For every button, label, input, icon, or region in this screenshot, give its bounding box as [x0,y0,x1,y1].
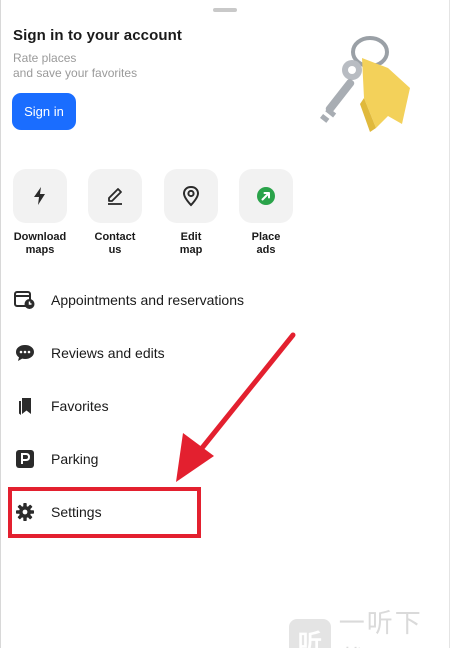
quick-action-download-maps[interactable]: Download maps [12,169,68,257]
keys-illustration [320,36,410,132]
menu-label: Reviews and edits [51,345,165,361]
subtitle-line-2: and save your favorites [13,66,138,80]
menu-label: Parking [51,451,99,467]
quick-action-contact-us[interactable]: Contact us [87,169,143,257]
edit-map-tile[interactable] [164,169,218,223]
drag-handle[interactable] [213,8,237,12]
subtitle-line-1: Rate places [13,51,77,65]
calendar-clock-icon [12,287,38,313]
label-line-2: us [108,244,122,256]
sign-in-button[interactable]: Sign in [12,93,76,130]
quick-action-label: Download maps [12,231,68,257]
menu-item-favorites[interactable]: Favorites [10,389,310,423]
menu-label: Favorites [51,398,109,414]
lightning-icon [34,187,45,205]
bottom-sheet: Sign in to your account Rate places and … [0,0,450,648]
download-maps-tile[interactable] [13,169,67,223]
label-line-1: Contact [94,231,136,243]
label-line-2: maps [25,244,55,256]
label-line-1: Place [251,231,281,243]
place-ads-tile[interactable] [239,169,293,223]
menu-label: Appointments and reservations [51,292,244,308]
quick-action-label: Edit map [163,231,219,257]
contact-us-tile[interactable] [88,169,142,223]
label-line-2: ads [256,244,276,256]
menu-item-parking[interactable]: Parking [10,442,310,476]
label-line-1: Edit [180,231,202,243]
watermark-text: 一听下载 [338,609,423,648]
map-pin-icon [182,185,200,207]
parking-icon [12,446,38,472]
menu-item-appointments[interactable]: Appointments and reservations [10,283,310,317]
quick-action-edit-map[interactable]: Edit map [163,169,219,257]
label-line-1: Download [13,231,67,243]
settings-highlight-box [8,487,201,538]
label-line-2: map [179,244,203,256]
chat-bubble-icon [12,340,38,366]
arrow-circle-icon [257,187,275,205]
menu-item-reviews[interactable]: Reviews and edits [10,336,310,370]
pencil-icon [108,188,122,205]
signin-subtitle: Rate places and save your favorites [13,51,213,81]
watermark: 听 一听下载 [289,603,450,648]
page-title: Sign in to your account [13,27,182,44]
quick-action-place-ads[interactable]: Place ads [238,169,294,257]
sheet-border-left [0,0,1,648]
bookmarks-icon [12,393,38,419]
quick-action-label: Contact us [87,231,143,257]
watermark-logo: 听 [289,619,331,648]
quick-action-label: Place ads [238,231,294,257]
